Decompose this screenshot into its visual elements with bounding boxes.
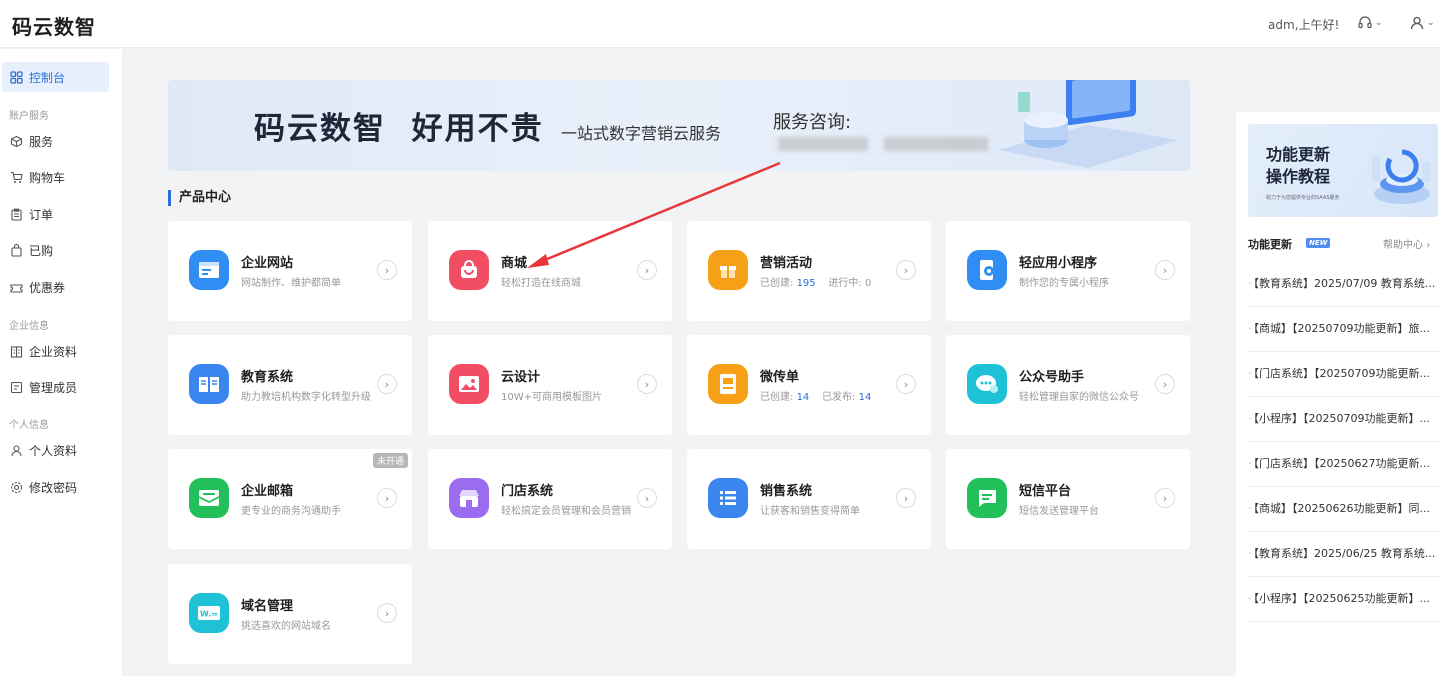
bullet-icon: · [1248, 592, 1252, 605]
update-item-text: 【小程序】【20250625功能更新】... [1253, 592, 1430, 605]
tutorial-title: 功能更新 操作教程 [1266, 145, 1331, 186]
tutorial-banner[interactable]: 功能更新 操作教程 助力于为您提供专业的SAAS服务 [1248, 124, 1438, 217]
app-logo[interactable]: 码云数智 [12, 11, 96, 40]
support-menu[interactable]: ⌄ [1357, 13, 1383, 33]
update-item-text: 【门店系统】【20250627功能更新... [1253, 457, 1430, 470]
update-item[interactable]: · 【门店系统】【20250709功能更新... [1248, 352, 1440, 397]
update-item-text: 【商城】【20250626功能更新】同... [1253, 502, 1430, 515]
help-center-label: 帮助中心 [1383, 240, 1423, 251]
update-item-text: 【教育系统】2025/07/09 教育系统... [1253, 277, 1436, 290]
tutorial-illustration [1372, 149, 1430, 204]
update-item[interactable]: · 【教育系统】2025/07/09 教育系统... [1248, 262, 1440, 307]
update-item[interactable]: · 【小程序】【20250625功能更新】... [1248, 577, 1440, 622]
bullet-icon: · [1248, 412, 1252, 425]
bullet-icon: · [1248, 502, 1252, 515]
update-item-text: 【小程序】【20250709功能更新】... [1253, 412, 1430, 425]
new-badge: NEW [1306, 238, 1331, 248]
user-icon [1410, 16, 1424, 30]
bullet-icon: · [1248, 322, 1252, 335]
top-header: 码云数智 adm,上午好! ⌄ ⌄ [0, 0, 1440, 48]
bullet-icon: · [1248, 457, 1252, 470]
chevron-right-icon: › [1426, 240, 1431, 251]
updates-title: 功能更新 [1248, 238, 1292, 251]
bullet-icon: · [1248, 547, 1252, 560]
annotation-arrow [527, 161, 781, 268]
bullet-icon: · [1248, 277, 1252, 290]
user-menu[interactable]: ⌄ [1409, 13, 1435, 33]
update-item[interactable]: · 【商城】【20250626功能更新】同... [1248, 487, 1440, 532]
headset-icon [1358, 16, 1372, 29]
tutorial-subtitle: 助力于为您提供专业的SAAS服务 [1266, 195, 1340, 201]
greeting-text: adm,上午好! [1268, 18, 1340, 32]
update-item[interactable]: · 【门店系统】【20250627功能更新... [1248, 442, 1440, 487]
update-item-text: 【商城】【20250709功能更新】旅... [1253, 322, 1430, 335]
chevron-down-icon: ⌄ [1427, 18, 1435, 28]
update-item-text: 【教育系统】2025/06/25 教育系统... [1253, 547, 1436, 560]
chevron-down-icon: ⌄ [1375, 18, 1383, 28]
update-item[interactable]: · 【教育系统】2025/06/25 教育系统... [1248, 532, 1440, 577]
help-center-link[interactable]: 帮助中心 › [1383, 236, 1430, 251]
right-panel: 功能更新 操作教程 助力于为您提供专业的SAAS服务 功能更新 NEW 帮助中心… [1236, 112, 1440, 676]
bullet-icon: · [1248, 367, 1252, 380]
update-item[interactable]: · 【小程序】【20250709功能更新】... [1248, 397, 1440, 442]
update-item[interactable]: · 【商城】【20250709功能更新】旅... [1248, 307, 1440, 352]
update-item-text: 【门店系统】【20250709功能更新... [1253, 367, 1430, 380]
